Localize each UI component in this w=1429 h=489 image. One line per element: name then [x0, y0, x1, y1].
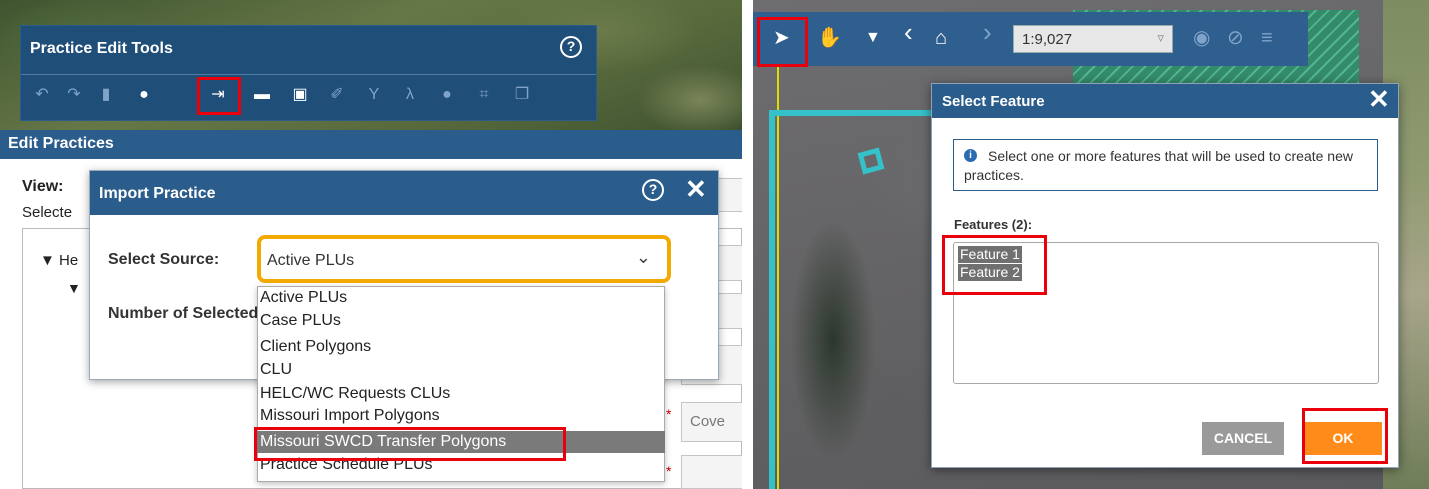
- highlight-ok-button: [1302, 408, 1388, 464]
- highlight-pointer-tool: [757, 17, 808, 67]
- dropdown-option[interactable]: Case PLUs: [260, 312, 341, 330]
- highlight-transfer-option: [254, 427, 566, 461]
- menu-icon[interactable]: ≡: [1261, 26, 1273, 50]
- merge-icon[interactable]: λ: [399, 84, 421, 106]
- side-button[interactable]: [681, 455, 742, 489]
- number-selected-label: Number of Selected: [108, 305, 258, 322]
- help-icon[interactable]: ?: [560, 36, 582, 58]
- split-icon[interactable]: Y: [363, 84, 385, 106]
- buffer-icon[interactable]: ●: [436, 84, 458, 106]
- dialog-title: Import Practice: [99, 185, 216, 202]
- select-source-label: Select Source:: [108, 251, 220, 268]
- filter-icon[interactable]: ▼: [865, 26, 881, 50]
- source-select-value: Active PLUs: [267, 252, 355, 269]
- rectangle-icon[interactable]: ▬: [251, 84, 273, 106]
- pan-hand-icon[interactable]: ✋: [817, 26, 842, 50]
- copy-icon[interactable]: ❐: [511, 84, 533, 106]
- scale-value: 1:9,027: [1022, 31, 1073, 48]
- home-icon[interactable]: ⌂: [935, 26, 947, 50]
- undo-icon[interactable]: ↶: [31, 84, 53, 106]
- map-panel: ➤ ✋ ▼ ‹ ⌂ › 1:9,027 ▿ ◉ ⊘ ≡ Select Featu…: [753, 0, 1429, 489]
- cover-button[interactable]: Cove: [681, 402, 742, 442]
- close-icon[interactable]: ✕: [1368, 84, 1390, 115]
- select-feature-dialog: Select Feature ✕ i Select one or more fe…: [931, 83, 1399, 468]
- features-label: Features (2):: [954, 217, 1033, 232]
- highlight-import-tool: [197, 77, 241, 115]
- tree-child-toggle[interactable]: ▼: [67, 280, 81, 296]
- view-label: View:: [22, 178, 64, 195]
- clear-selection-icon[interactable]: ⊘: [1227, 26, 1244, 50]
- practice-editor-panel: Practice Edit Tools ? ↶ ↷ ▮ ● ⇥ ▬ ▣ ✐ Y …: [0, 0, 742, 489]
- source-select[interactable]: Active PLUs ⌄: [257, 235, 671, 283]
- edit-vertices-icon[interactable]: ✐: [326, 84, 348, 106]
- field-boundary: [769, 110, 775, 489]
- close-icon[interactable]: ✕: [685, 174, 707, 205]
- dialog-header: Select Feature ✕: [932, 84, 1398, 118]
- locate-icon[interactable]: ◉: [1193, 26, 1210, 50]
- dialog-header: Import Practice ? ✕: [90, 171, 718, 215]
- info-box: i Select one or more features that will …: [953, 139, 1378, 191]
- chevron-down-icon: ⌄: [635, 247, 651, 267]
- info-text: Select one or more features that will be…: [964, 148, 1353, 183]
- delete-icon[interactable]: ▮: [95, 84, 117, 106]
- help-icon[interactable]: ?: [642, 179, 664, 201]
- dialog-title: Select Feature: [942, 93, 1045, 110]
- required-marker: *: [666, 463, 672, 479]
- highlight-features: [942, 235, 1047, 295]
- back-icon[interactable]: ‹: [904, 19, 913, 45]
- toolbar-divider: [21, 74, 596, 75]
- scale-select[interactable]: 1:9,027 ▿: [1013, 25, 1173, 53]
- toolbar-title: Practice Edit Tools: [30, 40, 173, 57]
- dropdown-option[interactable]: Missouri Import Polygons: [260, 407, 440, 425]
- map-toolbar: ➤ ✋ ▼ ‹ ⌂ › 1:9,027 ▿ ◉ ⊘ ≡: [753, 12, 1308, 66]
- dropdown-option[interactable]: Client Polygons: [260, 338, 371, 356]
- boundary-line: [777, 60, 779, 489]
- reshape-icon[interactable]: ⌗: [473, 84, 495, 106]
- redo-icon[interactable]: ↷: [63, 84, 85, 106]
- edit-practices-header: Edit Practices: [0, 130, 742, 159]
- practice-edit-tools-toolbar: Practice Edit Tools ? ↶ ↷ ▮ ● ⇥ ▬ ▣ ✐ Y …: [20, 25, 597, 121]
- chevron-down-icon: ▿: [1157, 30, 1164, 45]
- dropdown-option[interactable]: HELC/WC Requests CLUs: [260, 385, 450, 403]
- select-area-icon[interactable]: ▣: [289, 84, 311, 106]
- feature-marker: [857, 147, 885, 175]
- selected-label: Selecte: [22, 204, 73, 221]
- tree-node[interactable]: ▼ He: [40, 252, 78, 269]
- draw-point-icon[interactable]: ●: [133, 84, 155, 106]
- dropdown-option[interactable]: CLU: [260, 361, 292, 379]
- cancel-button[interactable]: CANCEL: [1202, 422, 1284, 455]
- required-marker: *: [666, 406, 672, 422]
- dropdown-option[interactable]: Active PLUs: [260, 289, 347, 307]
- forward-icon[interactable]: ›: [983, 19, 992, 45]
